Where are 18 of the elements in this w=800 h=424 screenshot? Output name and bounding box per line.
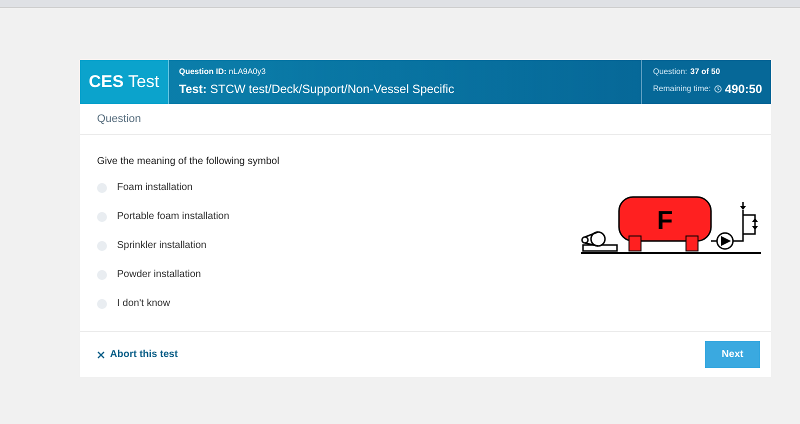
remaining-time: 490:50 (724, 81, 762, 98)
remaining-time-label: Remaining time: (653, 83, 711, 95)
foam-tank-symbol-drawing: F (579, 194, 763, 262)
answer-option[interactable]: Portable foam installation (97, 209, 230, 224)
answer-option[interactable]: I don't know (97, 296, 170, 311)
section-title: Question (97, 112, 142, 127)
question-counter-label: Question: (653, 66, 688, 78)
question-text: Give the meaning of the following symbol (97, 155, 280, 169)
abort-test-link[interactable]: Abort this test (97, 347, 178, 362)
answer-option[interactable]: Foam installation (97, 180, 193, 195)
clock-icon (714, 85, 722, 93)
test-name: Test: STCW test/Deck/Support/Non-Vessel Specific (179, 81, 456, 98)
brand-title: CES Test (88, 71, 160, 94)
answer-option[interactable]: Powder installation (97, 267, 201, 282)
question-id: Question ID: nLA9A0y3 (179, 66, 267, 78)
answer-option[interactable]: Sprinkler installation (97, 238, 206, 253)
close-icon (97, 350, 105, 358)
question-counter: 37 of 50 (690, 66, 720, 78)
